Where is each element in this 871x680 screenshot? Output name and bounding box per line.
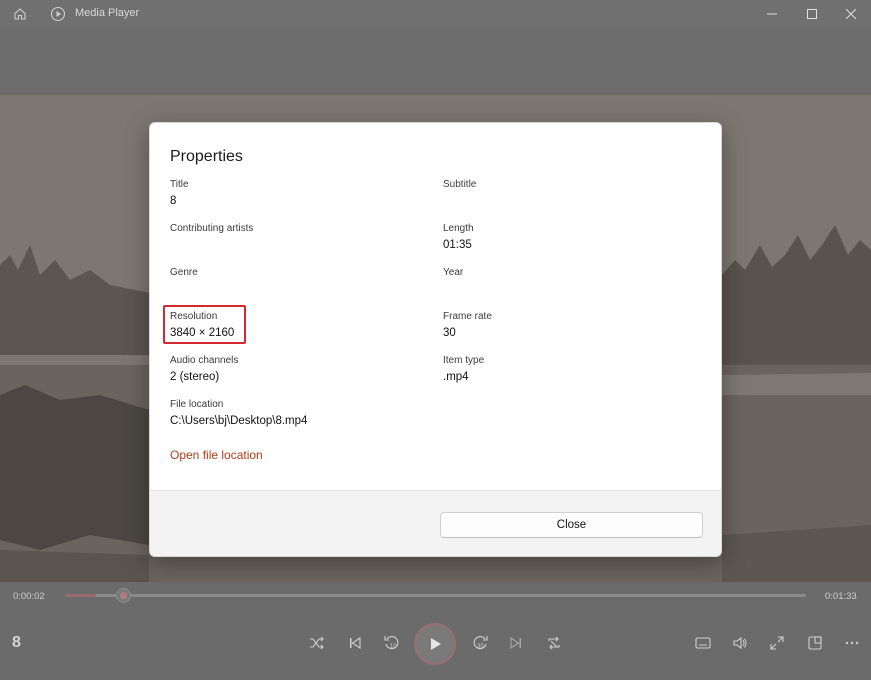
minimize-button[interactable]: [752, 0, 792, 28]
field-frame-rate: Frame rate 30: [443, 310, 492, 341]
field-value: .mp4: [443, 371, 469, 383]
field-label: Year: [443, 267, 464, 278]
field-label: Frame rate: [443, 311, 492, 322]
captions-icon: [695, 637, 711, 649]
field-label: Title: [170, 179, 189, 190]
skip-back-button[interactable]: 10: [377, 628, 407, 658]
dialog-footer: Close: [150, 490, 721, 556]
seek-bar[interactable]: [66, 588, 806, 603]
field-value: C:\Users\bj\Desktop\8.mp4: [170, 415, 308, 427]
field-contributing-artists: Contributing artists: [170, 222, 253, 237]
dialog-title: Properties: [170, 148, 243, 165]
field-label: File location: [170, 399, 224, 410]
maximize-button[interactable]: [792, 0, 832, 28]
more-icon: [845, 641, 859, 645]
mini-player-button[interactable]: [800, 628, 830, 658]
app-title: Media Player: [75, 7, 140, 19]
mini-player-icon: [808, 636, 822, 650]
field-subtitle: Subtitle: [443, 178, 476, 193]
field-label: Item type: [443, 355, 485, 366]
header-band: [0, 28, 871, 95]
minimize-icon: [767, 13, 777, 15]
skip-back-seconds: 10: [390, 644, 397, 650]
next-icon: [510, 636, 521, 650]
field-genre: Genre: [170, 266, 198, 281]
field-label: Contributing artists: [170, 223, 254, 234]
home-icon: [14, 8, 26, 20]
open-file-location-link[interactable]: Open file location: [170, 448, 263, 462]
field-length: Length 01:35: [443, 222, 474, 253]
playback-controls: 0:00:02 0:01:33 8 10 30: [0, 582, 871, 680]
shuffle-icon: [310, 636, 324, 650]
field-label: Subtitle: [443, 179, 477, 190]
current-time: 0:00:02: [13, 591, 45, 602]
close-icon: [846, 9, 856, 19]
maximize-icon: [807, 9, 817, 19]
field-value: 01:35: [443, 239, 472, 251]
captions-button[interactable]: [688, 628, 718, 658]
title-bar: Media Player: [0, 0, 871, 28]
field-value: 8: [170, 195, 177, 207]
repeat-icon: [548, 636, 560, 650]
home-button[interactable]: [6, 0, 34, 28]
properties-dialog: Properties Title 8 Subtitle Contributing…: [149, 122, 722, 557]
repeat-button[interactable]: [539, 628, 569, 658]
play-circle-icon: [50, 6, 66, 22]
expand-icon: [770, 636, 784, 650]
field-label: Genre: [170, 267, 198, 278]
skip-forward-button[interactable]: 30: [465, 628, 495, 658]
total-time: 0:01:33: [825, 591, 857, 602]
seek-progress: [66, 594, 96, 597]
field-item-type: Item type .mp4: [443, 354, 484, 385]
previous-icon: [350, 636, 361, 650]
play-icon: [431, 638, 441, 650]
seek-thumb[interactable]: [116, 588, 131, 603]
close-button[interactable]: Close: [440, 512, 703, 538]
field-file-location: File location C:\Users\bj\Desktop\8.mp4: [170, 398, 307, 429]
skip-back-icon: 10: [384, 636, 399, 650]
skip-forward-icon: 30: [473, 636, 488, 650]
previous-button[interactable]: [340, 628, 370, 658]
field-title: Title 8: [170, 178, 189, 209]
now-playing-title: 8: [12, 634, 21, 651]
volume-icon: [733, 636, 747, 650]
resolution-highlight-box: [163, 305, 246, 344]
fullscreen-button[interactable]: [762, 628, 792, 658]
shuffle-button[interactable]: [302, 628, 332, 658]
skip-forward-seconds: 30: [477, 644, 484, 650]
close-window-button[interactable]: [831, 0, 871, 28]
field-value: 2 (stereo): [170, 371, 220, 383]
volume-button[interactable]: [725, 628, 755, 658]
field-year: Year: [443, 266, 463, 281]
field-audio-channels: Audio channels 2 (stereo): [170, 354, 238, 385]
field-value: 30: [443, 327, 456, 339]
more-options-button[interactable]: [837, 628, 867, 658]
play-button[interactable]: [414, 623, 456, 665]
next-button[interactable]: [501, 628, 531, 658]
field-label: Audio channels: [170, 355, 239, 366]
field-label: Length: [443, 223, 474, 234]
app-icon: [44, 0, 72, 28]
